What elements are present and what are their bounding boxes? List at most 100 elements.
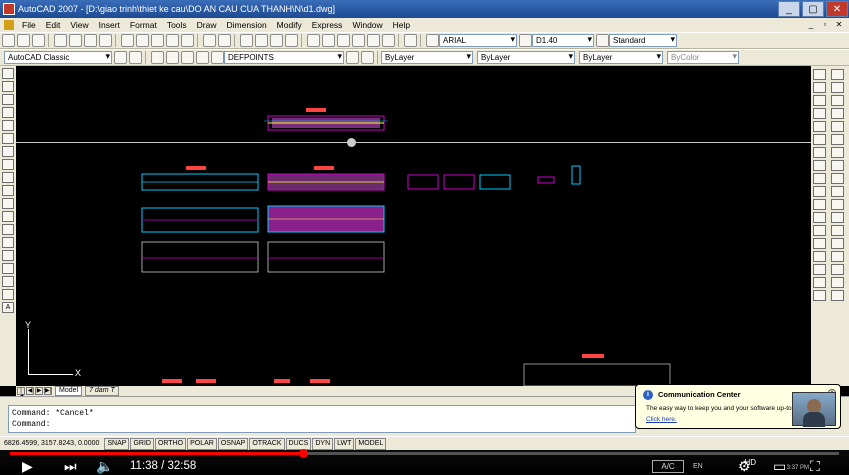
progress-knob[interactable] [298, 449, 308, 458]
paste-icon[interactable] [151, 34, 164, 47]
dimension-edit-icon[interactable] [831, 251, 844, 262]
print-icon[interactable] [54, 34, 67, 47]
menu-file[interactable]: File [17, 20, 41, 30]
snap-toggle[interactable]: SNAP [104, 437, 130, 450]
text-style-select[interactable]: ARIAL [439, 34, 517, 47]
color-select[interactable]: ByLayer [381, 51, 473, 64]
point-icon[interactable] [2, 237, 14, 248]
dimension-arc-icon[interactable] [831, 95, 844, 106]
zoom-realtime-icon[interactable] [255, 34, 268, 47]
dimension-update-icon[interactable] [831, 277, 844, 288]
workspace-select[interactable]: AutoCAD Classic [4, 51, 112, 64]
menu-insert[interactable]: Insert [94, 20, 125, 30]
dimension-ordinate-icon[interactable] [831, 108, 844, 119]
menu-edit[interactable]: Edit [41, 20, 66, 30]
array-icon[interactable] [813, 121, 826, 132]
dimension-baseline-icon[interactable] [831, 186, 844, 197]
doc-restore-button[interactable]: ▫ [819, 19, 831, 30]
plot-preview-icon[interactable] [69, 34, 82, 47]
progress-bar[interactable] [10, 449, 839, 458]
spline-icon[interactable] [2, 172, 14, 183]
dimension-text-edit-icon[interactable] [831, 264, 844, 275]
quick-leader-icon[interactable] [831, 212, 844, 223]
region-icon[interactable] [2, 276, 14, 287]
ortho-toggle[interactable]: ORTHO [154, 437, 187, 450]
markup-icon[interactable] [367, 34, 380, 47]
osnap-toggle[interactable]: OSNAP [217, 437, 249, 450]
theater-mode-icon[interactable]: ▭ [773, 459, 786, 473]
table-icon[interactable] [2, 289, 14, 300]
grid-toggle[interactable]: GRID [130, 437, 154, 450]
menu-express[interactable]: Express [307, 20, 348, 30]
minimize-button[interactable]: _ [778, 1, 800, 17]
copy-object-icon[interactable] [813, 82, 826, 93]
tab-last-button[interactable]: ▶| [44, 387, 52, 395]
publish-icon[interactable] [84, 34, 97, 47]
multiline-text-icon[interactable]: A [2, 302, 14, 313]
layer-previous-icon[interactable] [361, 51, 374, 64]
dim-style-icon[interactable] [519, 34, 532, 47]
play-icon[interactable]: ▶ [22, 459, 33, 473]
join-icon[interactable] [813, 238, 826, 249]
help-icon[interactable] [404, 34, 417, 47]
menu-modify[interactable]: Modify [272, 20, 307, 30]
doc-close-button[interactable]: ✕ [833, 19, 845, 30]
layer-select[interactable]: DEFPOINTS [224, 51, 344, 64]
stretch-icon[interactable] [813, 173, 826, 184]
break-at-point-icon[interactable] [813, 212, 826, 223]
block-editor-icon[interactable] [181, 34, 194, 47]
close-button[interactable]: ✕ [826, 1, 848, 17]
cut-icon[interactable] [121, 34, 134, 47]
menu-window[interactable]: Window [347, 20, 387, 30]
3d-dwf-icon[interactable] [99, 34, 112, 47]
polar-toggle[interactable]: POLAR [187, 437, 217, 450]
dimension-radius-icon[interactable] [831, 121, 844, 132]
zoom-previous-icon[interactable] [285, 34, 298, 47]
tolerance-icon[interactable] [831, 225, 844, 236]
menu-format[interactable]: Format [125, 20, 162, 30]
construction-line-icon[interactable] [2, 81, 14, 92]
insert-block-icon[interactable] [2, 211, 14, 222]
circle-icon[interactable] [2, 146, 14, 157]
new-icon[interactable] [2, 34, 15, 47]
match-properties-icon[interactable] [166, 34, 179, 47]
make-block-icon[interactable] [2, 224, 14, 235]
arc-icon[interactable] [2, 133, 14, 144]
fillet-icon[interactable] [813, 264, 826, 275]
open-icon[interactable] [17, 34, 30, 47]
dimension-linear-icon[interactable] [831, 69, 844, 80]
ellipse-icon[interactable] [2, 185, 14, 196]
explode-icon[interactable] [813, 277, 826, 288]
text-style-icon[interactable] [426, 34, 439, 47]
tab-layout-7-dam-t[interactable]: 7 dam T [85, 386, 119, 396]
lwt-toggle[interactable]: LWT [334, 437, 355, 450]
workspace-settings-icon[interactable] [114, 51, 127, 64]
break-icon[interactable] [813, 225, 826, 236]
extend-icon[interactable] [813, 199, 826, 210]
chamfer-icon[interactable] [813, 251, 826, 262]
polyline-icon[interactable] [2, 94, 14, 105]
gradient-icon[interactable] [2, 263, 14, 274]
tab-prev-button[interactable]: ◀ [26, 387, 34, 395]
ducs-toggle[interactable]: DUCS [285, 437, 312, 450]
menu-view[interactable]: View [65, 20, 93, 30]
save-icon[interactable] [32, 34, 45, 47]
draw-order-icon[interactable] [813, 290, 826, 301]
document-icon[interactable] [4, 20, 14, 30]
tab-first-button[interactable]: |◀ [17, 387, 25, 400]
erase-icon[interactable] [813, 69, 826, 80]
dimension-jogged-icon[interactable] [831, 134, 844, 145]
scale-icon[interactable] [813, 160, 826, 171]
dimension-angular-icon[interactable] [831, 160, 844, 171]
doc-minimize-button[interactable]: _ [805, 19, 817, 30]
tool-palettes-icon[interactable] [337, 34, 350, 47]
properties-icon[interactable] [307, 34, 320, 47]
offset-icon[interactable] [813, 108, 826, 119]
drawing-canvas[interactable]: Y X [16, 66, 811, 386]
fullscreen-icon[interactable]: ⛶ [810, 459, 820, 473]
lineweight-select[interactable]: ByLayer [579, 51, 663, 64]
rotate-icon[interactable] [813, 147, 826, 158]
dimension-style-icon[interactable] [831, 290, 844, 301]
dim-style-select[interactable]: D1.40 [532, 34, 594, 47]
otrack-toggle[interactable]: OTRACK [249, 437, 285, 450]
